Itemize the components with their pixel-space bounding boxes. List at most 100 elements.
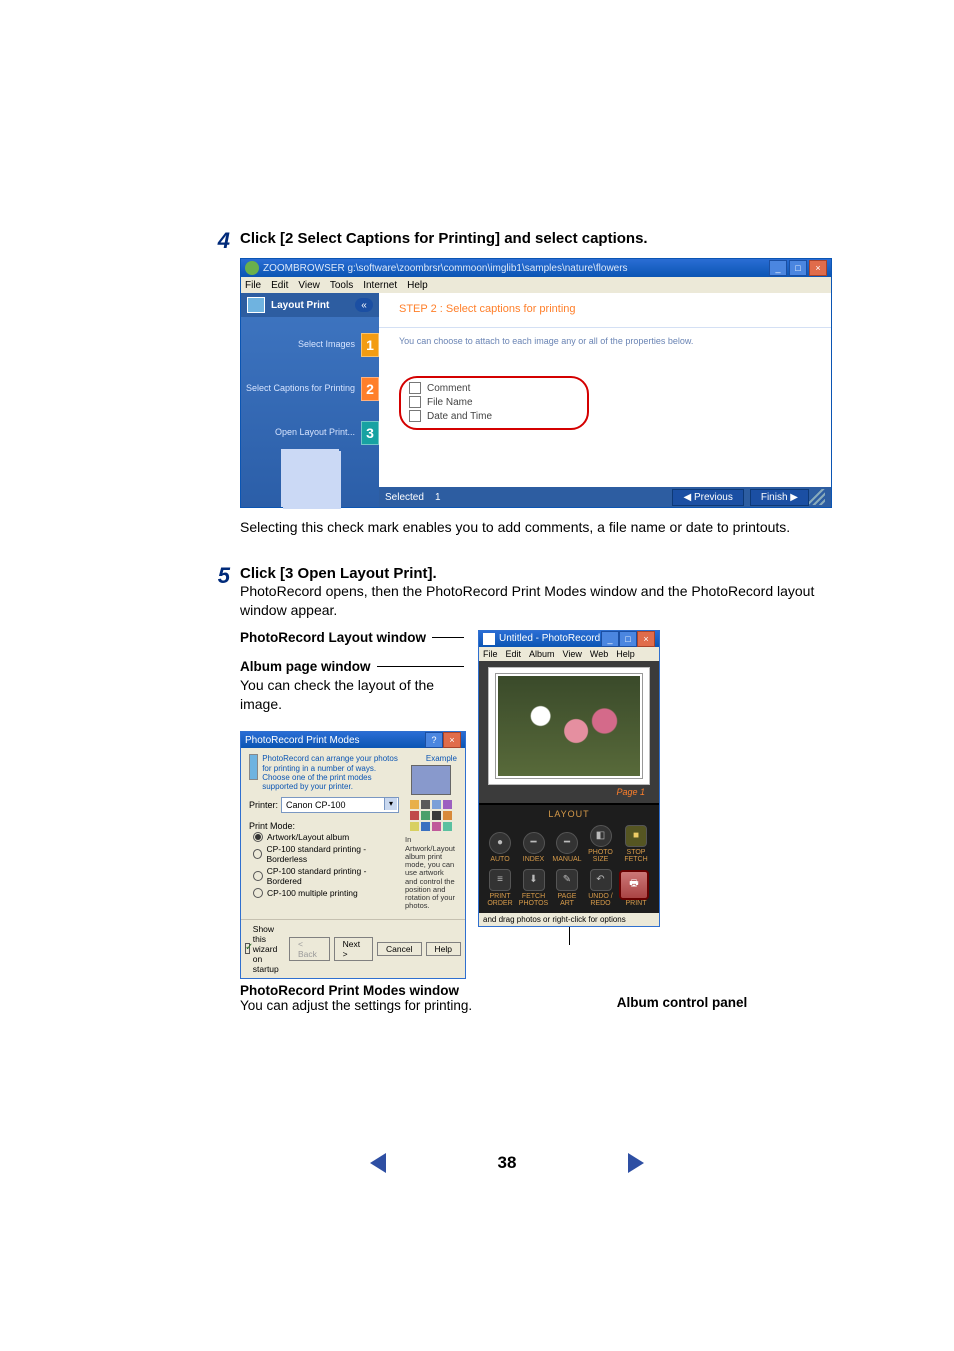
checkbox-icon [409, 396, 421, 408]
minimize-button[interactable]: _ [601, 631, 619, 647]
menubar: File Edit Album View Web Help [479, 647, 659, 661]
menu-help[interactable]: Help [407, 280, 428, 291]
menu-tools[interactable]: Tools [330, 280, 353, 291]
menu-file[interactable]: File [245, 280, 261, 291]
layout-index-button[interactable]: ━INDEX [519, 832, 549, 863]
wizard-thumbnail-icon [249, 754, 258, 780]
maximize-button[interactable]: □ [789, 260, 807, 276]
menu-internet[interactable]: Internet [363, 280, 397, 291]
step-5-title: Click [3 Open Layout Print]. [240, 565, 824, 582]
color-swatch [421, 811, 430, 820]
print-button[interactable]: 🖶PRINT [619, 870, 653, 907]
menu-album[interactable]: Album [529, 649, 555, 659]
sidebar: Layout Print « Select Images 1 Select Ca… [241, 293, 379, 507]
radio-icon [253, 871, 263, 881]
color-swatch [410, 800, 419, 809]
radio-artwork-layout[interactable]: Artwork/Layout album [249, 831, 399, 843]
checkbox-show-wizard[interactable]: Show this wizard on startup [245, 924, 285, 974]
stop-fetch-button[interactable]: ■STOP FETCH [619, 825, 653, 863]
wizard-intro: PhotoRecord can arrange your photos for … [262, 754, 399, 791]
photo-thumbnail[interactable] [496, 674, 642, 778]
page-number: 38 [498, 1153, 517, 1173]
step-header: STEP 2 : Select captions for printing [379, 293, 831, 328]
menu-help[interactable]: Help [616, 649, 635, 659]
app-icon [483, 633, 495, 645]
layout-auto-button[interactable]: ●AUTO [485, 832, 515, 863]
step-4-title: Click [2 Select Captions for Printing] a… [240, 230, 824, 247]
label-album-page-desc: You can check the layout of the image. [240, 676, 464, 714]
sidebar-item-open-layout-print[interactable]: Open Layout Print... 3 [241, 417, 379, 449]
sidebar-header-label: Layout Print [271, 300, 355, 311]
menu-edit[interactable]: Edit [506, 649, 522, 659]
menu-view[interactable]: View [298, 280, 320, 291]
album-page[interactable] [488, 667, 650, 785]
color-swatch [443, 822, 452, 831]
color-swatch [432, 800, 441, 809]
close-button[interactable]: × [637, 631, 655, 647]
label-print-modes-window: PhotoRecord Print Modes window [240, 983, 540, 998]
resize-icon: ◧ [590, 825, 612, 847]
next-button[interactable]: Next > [334, 937, 373, 961]
menu-file[interactable]: File [483, 649, 498, 659]
color-swatch [432, 811, 441, 820]
collapse-sidebar-button[interactable]: « [355, 298, 373, 312]
layout-manual-button[interactable]: ━MANUAL [552, 832, 582, 863]
checkbox-datetime[interactable]: Date and Time [409, 409, 579, 423]
radio-cp100-borderless[interactable]: CP-100 standard printing - Borderless [249, 843, 399, 865]
app-icon [245, 261, 259, 275]
printer-dropdown[interactable]: Canon CP-100 [281, 797, 399, 813]
radio-cp100-bordered[interactable]: CP-100 standard printing - Bordered [249, 865, 399, 887]
titlebar: PhotoRecord Print Modes ? × [241, 732, 465, 748]
help-button[interactable]: ? [425, 732, 443, 748]
menu-edit[interactable]: Edit [271, 280, 288, 291]
statusbar: Selected 1 ◀ Previous Finish ▶ [379, 487, 831, 507]
next-page-button[interactable] [628, 1153, 644, 1173]
sidebar-item-select-images[interactable]: Select Images 1 [241, 329, 379, 361]
panel-title: LAYOUT [485, 809, 653, 819]
close-button[interactable]: × [809, 260, 827, 276]
photorecord-layout-window: Untitled - PhotoRecord _ □ × File Edit A… [478, 630, 660, 927]
fetch-photos-button[interactable]: ⬇FETCH PHOTOS [519, 869, 549, 907]
titlebar: ZOOMBROWSER g:\software\zoombrsr\commoon… [241, 259, 831, 277]
layout-photosize-button[interactable]: ◧PHOTO SIZE [586, 825, 616, 863]
checkbox-filename[interactable]: File Name [409, 395, 579, 409]
close-button[interactable]: × [443, 732, 461, 748]
finish-button[interactable]: Finish ▶ [750, 489, 809, 506]
sidebar-item-select-captions[interactable]: Select Captions for Printing 2 [241, 373, 379, 405]
album-control-panel: LAYOUT ●AUTO ━INDEX ━MANUAL ◧PHOTO SIZE … [479, 803, 659, 913]
undo-redo-button[interactable]: ↶UNDO / REDO [586, 869, 616, 907]
menu-web[interactable]: Web [590, 649, 608, 659]
maximize-button[interactable]: □ [619, 631, 637, 647]
instruction-text: You can choose to attach to each image a… [379, 328, 831, 346]
page-number-label: Page 1 [485, 785, 653, 797]
minimize-button[interactable]: _ [769, 260, 787, 276]
stop-icon: ■ [625, 825, 647, 847]
color-swatch [443, 800, 452, 809]
checkbox-icon [409, 410, 421, 422]
window-title: Untitled - PhotoRecord [499, 633, 601, 644]
resize-grip-icon[interactable] [809, 489, 825, 505]
window-title: ZOOMBROWSER g:\software\zoombrsr\commoon… [263, 263, 769, 274]
undo-icon: ↶ [590, 869, 612, 891]
cancel-button[interactable]: Cancel [377, 942, 421, 956]
selected-count: 1 [435, 492, 441, 503]
zoombrowser-window: ZOOMBROWSER g:\software\zoombrsr\commoon… [240, 258, 832, 508]
layout-preview-icon [281, 449, 339, 507]
callout-line [569, 927, 570, 945]
page-art-button[interactable]: ✎PAGE ART [552, 869, 582, 907]
checkbox-icon [245, 943, 250, 954]
prev-page-button[interactable] [370, 1153, 386, 1173]
caption-options-highlight: Comment File Name Date and Time [399, 376, 589, 430]
color-swatch [421, 800, 430, 809]
order-icon: ≡ [489, 869, 511, 891]
label-album-control-panel: Album control panel [540, 983, 824, 1013]
color-swatch [421, 822, 430, 831]
help-button[interactable]: Help [426, 942, 461, 956]
radio-icon [253, 849, 262, 859]
radio-cp100-multiple[interactable]: CP-100 multiple printing [249, 887, 399, 899]
checkbox-comment[interactable]: Comment [409, 381, 579, 395]
label-album-page-window: Album page window [240, 659, 371, 674]
print-order-button[interactable]: ≡PRINT ORDER [485, 869, 515, 907]
previous-button[interactable]: ◀ Previous [672, 489, 743, 506]
menu-view[interactable]: View [563, 649, 582, 659]
